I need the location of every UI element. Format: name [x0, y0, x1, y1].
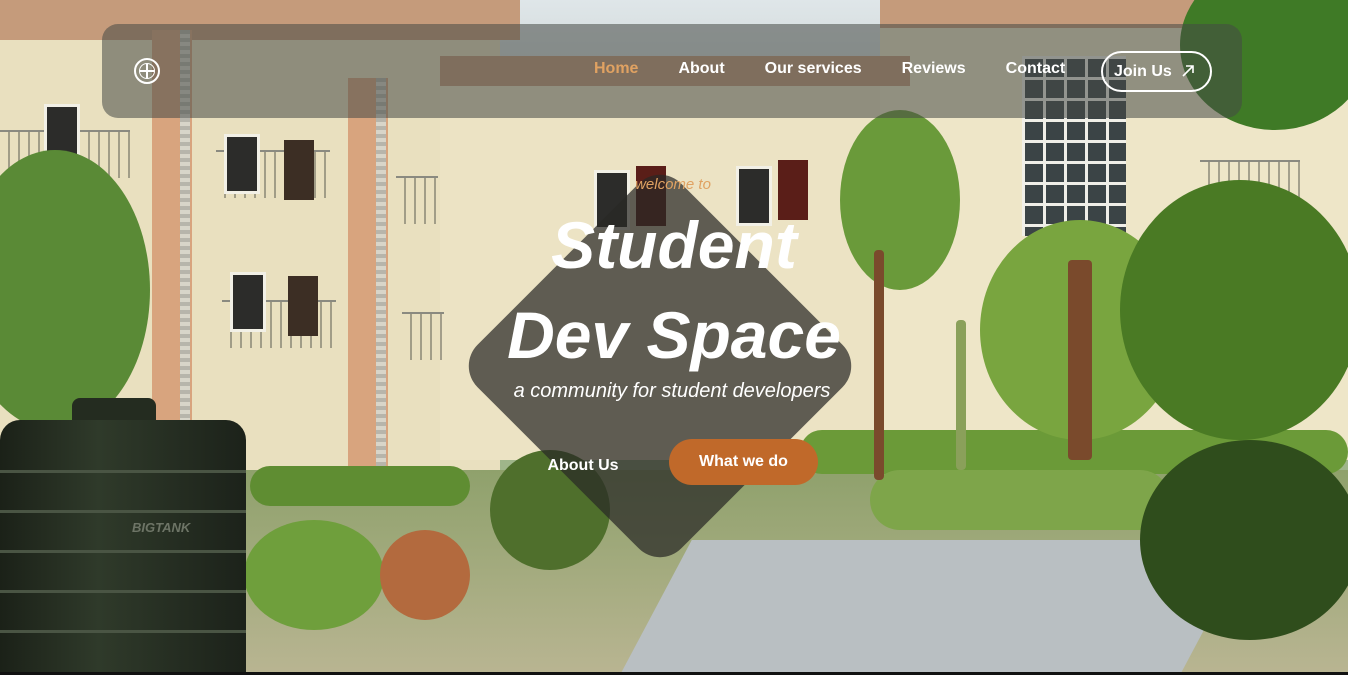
hero-title-line-2: Dev Space: [507, 298, 841, 372]
what-we-do-button[interactable]: What we do: [669, 439, 818, 485]
nav-link-home[interactable]: Home: [594, 60, 638, 78]
palm-trunk: [956, 320, 966, 470]
nav-links: Home About Our services Reviews Contact: [594, 60, 1105, 78]
hero-title: Student Dev Space: [440, 200, 908, 380]
window: [230, 272, 266, 332]
door: [288, 276, 318, 336]
water-tank: [0, 420, 246, 675]
globe-icon[interactable]: [134, 58, 160, 84]
navbar: Home About Our services Reviews Contact …: [102, 24, 1242, 118]
tank-label: BIGTANK: [132, 520, 191, 535]
bush: [1140, 440, 1348, 640]
nav-link-about[interactable]: About: [678, 60, 724, 78]
balcony: [396, 176, 438, 224]
tank-band: [0, 630, 246, 633]
nav-link-reviews[interactable]: Reviews: [902, 60, 966, 78]
hedge: [250, 466, 470, 506]
pillar: [348, 78, 388, 468]
nav-link-contact[interactable]: Contact: [1006, 60, 1066, 78]
hero-title-line-1: Student: [551, 208, 797, 282]
hero-subtitle: a community for student developers: [513, 380, 831, 402]
about-us-button[interactable]: About Us: [530, 452, 636, 480]
hedge: [870, 470, 1170, 530]
door: [284, 140, 314, 200]
tank-band: [0, 510, 246, 513]
bush: [244, 520, 384, 630]
nav-link-our-services[interactable]: Our services: [765, 60, 862, 78]
tree-foliage: [1120, 180, 1348, 440]
join-us-button[interactable]: Join Us: [1101, 51, 1212, 92]
window: [224, 134, 260, 194]
tree-trunk: [1068, 260, 1092, 460]
tank-band: [0, 470, 246, 473]
balcony: [402, 312, 444, 360]
tank-band: [0, 590, 246, 593]
arrow-up-right-icon: [1182, 65, 1194, 77]
hero-welcome-text: welcome to: [635, 176, 711, 193]
join-us-label: Join Us: [1114, 62, 1172, 80]
tank-band: [0, 550, 246, 553]
flower-bush: [380, 530, 470, 620]
